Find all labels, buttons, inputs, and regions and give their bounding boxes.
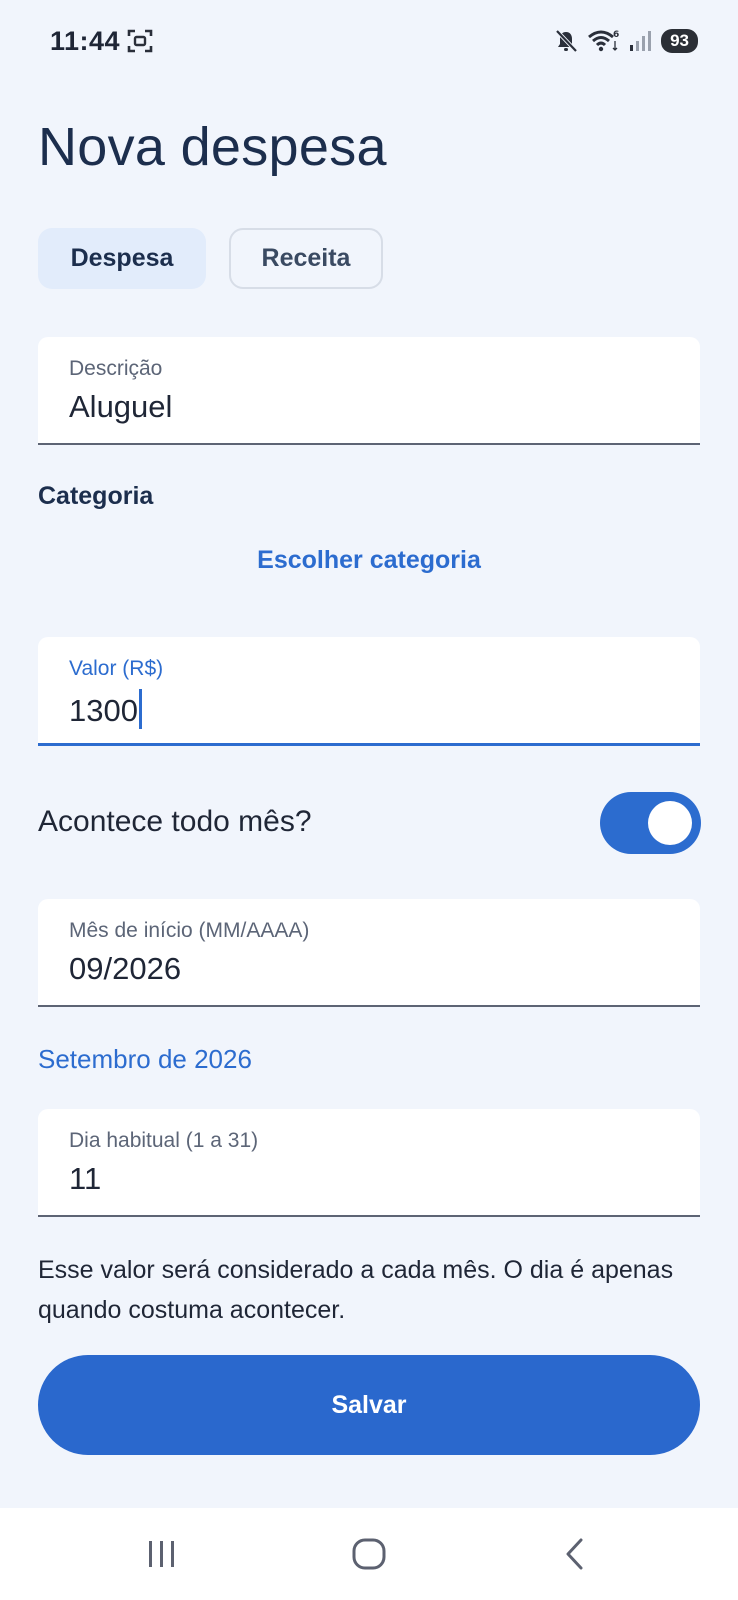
home-icon <box>352 1538 386 1570</box>
amount-label: Valor (R$) <box>69 657 164 680</box>
battery-icon: 93 <box>661 29 698 53</box>
type-despesa-button[interactable]: Despesa <box>38 228 206 289</box>
start-month-value: 09/2026 <box>69 951 182 986</box>
description-label: Descrição <box>69 357 163 380</box>
amount-value: 1300 <box>69 693 138 728</box>
amount-field[interactable]: Valor (R$) 1300 <box>38 637 700 746</box>
page-title: Nova despesa <box>38 117 387 177</box>
navigation-bar <box>0 1508 738 1600</box>
toggle-knob <box>648 801 692 845</box>
screen: 11:44 6 93 Nova despesa Despesa Receita … <box>0 0 738 1600</box>
status-bar: 11:44 6 93 <box>0 0 738 84</box>
recurring-hint: Esse valor será considerado a cada mês. … <box>38 1256 674 1324</box>
recents-icon <box>149 1541 174 1567</box>
svg-text:6: 6 <box>613 30 619 40</box>
description-value: Aluguel <box>69 389 173 424</box>
usual-day-value: 11 <box>69 1161 102 1196</box>
back-icon <box>566 1538 583 1570</box>
save-button[interactable]: Salvar <box>38 1355 700 1455</box>
recurring-label: Acontece todo mês? <box>38 805 312 838</box>
recurring-toggle[interactable] <box>600 792 701 854</box>
choose-category-button[interactable]: Escolher categoria <box>0 546 738 575</box>
description-field[interactable]: Descrição Aluguel <box>38 337 700 445</box>
start-month-label: Mês de início (MM/AAAA) <box>69 919 310 942</box>
mute-icon <box>555 29 578 53</box>
type-receita-button[interactable]: Receita <box>229 228 383 289</box>
screenshot-icon <box>127 29 153 53</box>
category-label: Categoria <box>38 482 154 510</box>
start-month-field[interactable]: Mês de início (MM/AAAA) 09/2026 <box>38 899 700 1007</box>
usual-day-label: Dia habitual (1 a 31) <box>69 1129 259 1152</box>
text-caret <box>138 689 142 729</box>
usual-day-field[interactable]: Dia habitual (1 a 31) 11 <box>38 1109 700 1217</box>
back-button[interactable] <box>545 1532 605 1576</box>
signal-icon <box>630 31 652 51</box>
start-month-helper: Setembro de 2026 <box>38 1044 252 1074</box>
wifi-icon: 6 <box>588 30 619 52</box>
amount-value-wrap: 1300 <box>69 689 142 729</box>
status-time: 11:44 <box>50 26 121 56</box>
home-button[interactable] <box>339 1532 399 1576</box>
status-icons: 6 93 <box>553 27 698 55</box>
recents-button[interactable] <box>132 1532 192 1576</box>
